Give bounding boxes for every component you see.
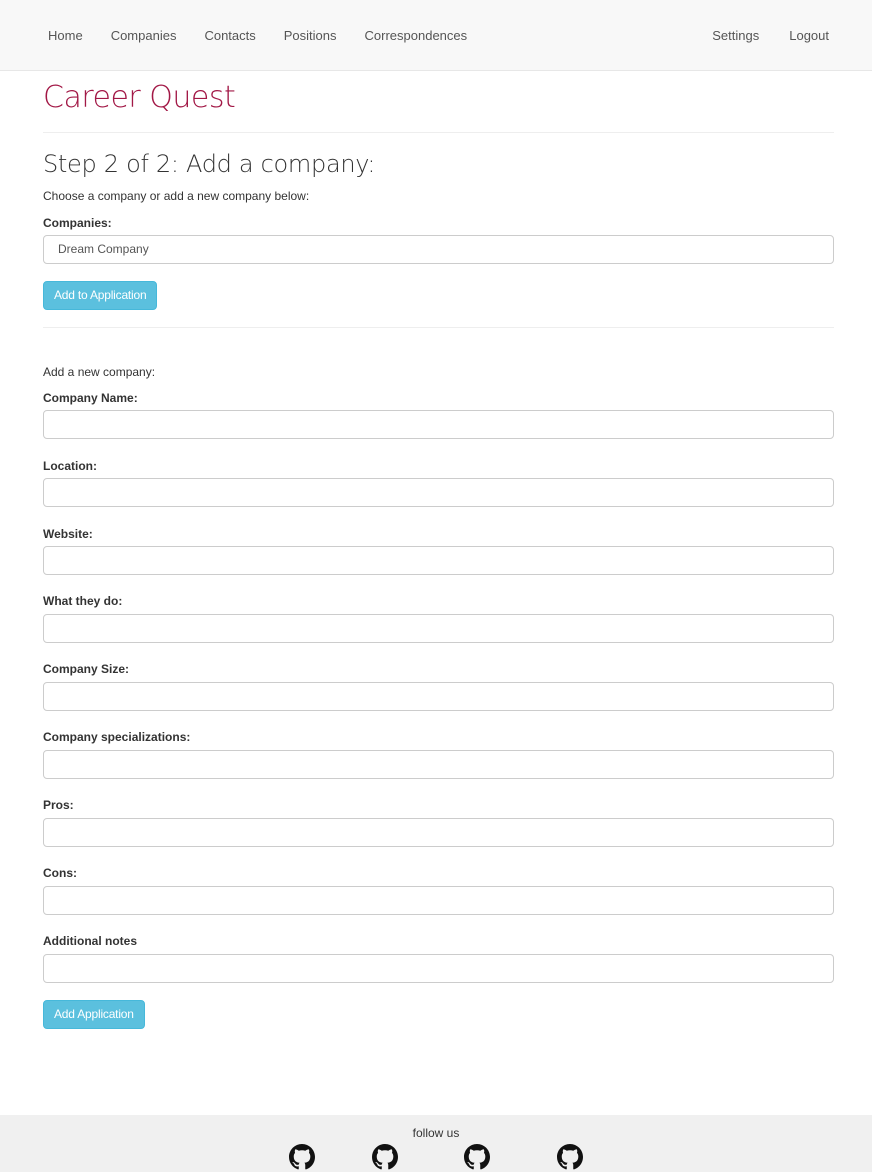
nav-companies-link[interactable]: Companies [97,0,191,71]
step-title: Step 2 of 2: Add a company: [43,150,376,178]
company-name-input[interactable] [43,410,834,439]
navbar: Home Companies Contacts Positions Corres… [0,0,872,71]
choose-company-text: Choose a company or add a new company be… [43,189,310,203]
add-new-company-text: Add a new company: [43,365,156,379]
nav-contacts-link[interactable]: Contacts [190,0,269,71]
add-to-application-button[interactable]: Add to Application [43,281,158,310]
nav-correspondences-link[interactable]: Correspondences [351,0,482,71]
brand-title: Career Quest [43,80,236,115]
location-input[interactable] [43,478,834,507]
pros-label: Pros: [43,798,74,812]
github-icon[interactable] [557,1144,583,1170]
companies-label: Companies: [43,216,112,230]
nav-home-link[interactable]: Home [34,0,97,71]
nav-logout-link[interactable]: Logout [774,0,844,71]
pros-input[interactable] [43,818,834,847]
cons-label: Cons: [43,866,77,880]
add-application-button[interactable]: Add Application [43,1000,145,1029]
nav-right: Settings Logout [697,0,844,71]
company-specializations-label: Company specializations: [43,730,191,744]
divider [43,132,834,133]
divider [43,327,834,328]
website-input[interactable] [43,546,834,575]
location-label: Location: [43,459,97,473]
company-size-input[interactable] [43,682,834,711]
nav-settings-link[interactable]: Settings [697,0,774,71]
company-name-label: Company Name: [43,391,138,405]
companies-select[interactable]: Dream Company [43,235,834,264]
github-icon[interactable] [464,1144,490,1170]
website-label: Website: [43,527,93,541]
cons-input[interactable] [43,886,834,915]
github-icon[interactable] [372,1144,398,1170]
what-they-do-input[interactable] [43,614,834,643]
footer: follow us [0,1115,872,1172]
nav-left: Home Companies Contacts Positions Corres… [34,0,481,71]
nav-positions-link[interactable]: Positions [270,0,351,71]
company-specializations-input[interactable] [43,750,834,779]
github-icon[interactable] [289,1144,315,1170]
additional-notes-label: Additional notes [43,934,137,948]
what-they-do-label: What they do: [43,594,123,608]
company-size-label: Company Size: [43,662,130,676]
follow-us-text: follow us [412,1126,460,1140]
additional-notes-input[interactable] [43,954,834,983]
